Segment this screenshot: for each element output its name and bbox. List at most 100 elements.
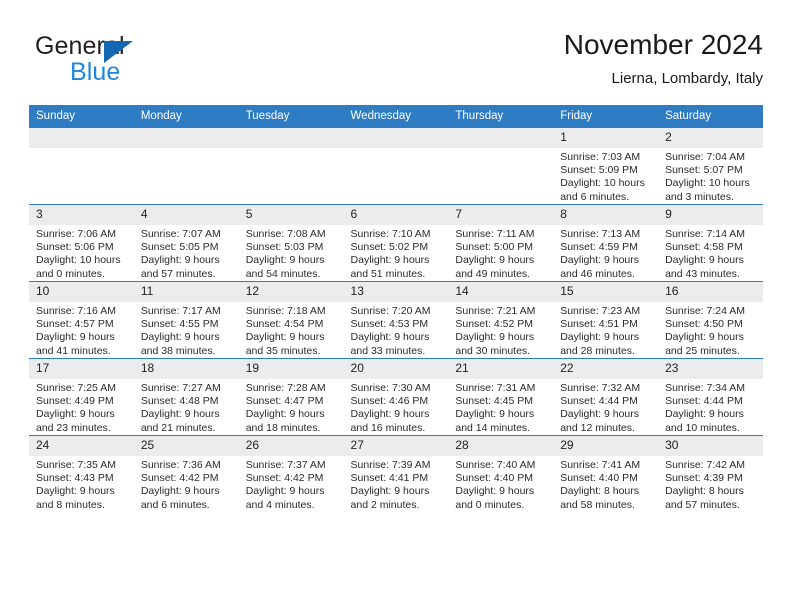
day-sun-info: Sunrise: 7:21 AM Sunset: 4:52 PM Daylight:… [448, 302, 553, 358]
calendar-day-cell[interactable]: 4 Sunrise: 7:07 AM Sunset: 5:05 PM Daylight… [133, 204, 239, 282]
sunrise-time: Sunrise: 7:32 AM [560, 382, 641, 394]
calendar-day-cell[interactable]: 27 Sunrise: 7:39 AM Sunset: 4:41 PM Dayligh… [343, 435, 449, 512]
sunrise-time: Sunrise: 7:24 AM [665, 305, 746, 317]
sunset-time: Sunset: 4:44 PM [665, 395, 743, 408]
day-number: 15 [553, 282, 659, 302]
sunrise-time: Sunrise: 7:25 AM [36, 382, 116, 394]
calendar-day-cell[interactable]: 7 Sunrise: 7:11 AM Sunset: 5:00 PM Daylight… [448, 204, 554, 282]
daylight-duration: Daylight: 9 hours and 51 minutes. [350, 254, 430, 280]
calendar-day-cell[interactable]: 13 Sunrise: 7:20 AM Sunset: 4:53 PM Dayligh… [343, 281, 449, 359]
calendar-day-cell[interactable]: 10 Sunrise: 7:16 AM Sunset: 4:57 PM Dayligh… [29, 281, 134, 359]
calendar-day-cell[interactable]: 9 Sunrise: 7:14 AM Sunset: 4:58 PM Daylight… [658, 204, 763, 282]
day-number [238, 128, 344, 148]
sunrise-time: Sunrise: 7:27 AM [140, 382, 221, 394]
calendar-day-cell[interactable]: 22 Sunrise: 7:32 AM Sunset: 4:44 PM Dayligh… [553, 358, 659, 436]
sunset-time: Sunset: 4:55 PM [140, 318, 219, 331]
calendar-day-cell[interactable]: 8 Sunrise: 7:13 AM Sunset: 4:59 PM Daylight… [553, 204, 659, 282]
day-number: 4 [133, 205, 239, 225]
sunset-time: Sunset: 5:09 PM [560, 164, 638, 177]
calendar-day-cell[interactable]: 15 Sunrise: 7:23 AM Sunset: 4:51 PM Dayligh… [553, 281, 659, 359]
day-sun-info: Sunrise: 7:31 AM Sunset: 4:45 PM Daylight:… [448, 379, 553, 435]
sunrise-time: Sunrise: 7:42 AM [665, 459, 746, 471]
sunset-time: Sunset: 4:58 PM [665, 241, 743, 254]
calendar-day-cell[interactable]: 12 Sunrise: 7:18 AM Sunset: 4:54 PM Dayligh… [238, 281, 344, 359]
daylight-duration: Daylight: 9 hours and 0 minutes. [455, 485, 535, 511]
sunset-time: Sunset: 4:39 PM [665, 472, 743, 485]
day-number: 12 [238, 282, 344, 302]
daylight-duration: Daylight: 9 hours and 18 minutes. [245, 408, 325, 434]
day-number: 2 [658, 128, 763, 148]
day-number: 19 [238, 359, 344, 379]
day-number [448, 128, 554, 148]
daylight-duration: Daylight: 9 hours and 10 minutes. [665, 408, 744, 434]
daylight-duration: Daylight: 10 hours and 3 minutes. [665, 177, 750, 203]
calendar-day-cell[interactable]: 18 Sunrise: 7:27 AM Sunset: 4:48 PM Dayligh… [133, 358, 239, 436]
day-number: 16 [658, 282, 763, 302]
calendar-day-cell[interactable]: 21 Sunrise: 7:31 AM Sunset: 4:45 PM Dayligh… [448, 358, 554, 436]
brand-logo[interactable]: General Blue [35, 32, 275, 92]
daylight-duration: Daylight: 9 hours and 28 minutes. [560, 331, 640, 357]
calendar-day-cell[interactable]: 5 Sunrise: 7:08 AM Sunset: 5:03 PM Daylight… [238, 204, 344, 282]
daylight-duration: Daylight: 9 hours and 16 minutes. [350, 408, 430, 434]
day-sun-info: Sunrise: 7:25 AM Sunset: 4:49 PM Daylight:… [29, 379, 134, 435]
sunset-time: Sunset: 5:00 PM [455, 241, 534, 254]
calendar-day-cell[interactable]: 29 Sunrise: 7:41 AM Sunset: 4:40 PM Dayligh… [553, 435, 659, 512]
day-sun-info: Sunrise: 7:10 AM Sunset: 5:02 PM Daylight:… [344, 225, 449, 281]
calendar-day-cell[interactable]: 14 Sunrise: 7:21 AM Sunset: 4:52 PM Dayligh… [448, 281, 554, 359]
sunset-time: Sunset: 4:48 PM [140, 395, 219, 408]
sunrise-time: Sunrise: 7:28 AM [245, 382, 326, 394]
calendar-day-cell[interactable]: 26 Sunrise: 7:37 AM Sunset: 4:42 PM Dayligh… [238, 435, 344, 512]
sunrise-time: Sunrise: 7:11 AM [455, 228, 535, 240]
calendar-day-cell[interactable]: 24 Sunrise: 7:35 AM Sunset: 4:43 PM Dayligh… [29, 435, 134, 512]
sunset-time: Sunset: 4:44 PM [560, 395, 638, 408]
day-number: 25 [133, 436, 239, 456]
sunrise-time: Sunrise: 7:31 AM [455, 382, 536, 394]
sunrise-time: Sunrise: 7:08 AM [245, 228, 326, 240]
calendar-day-cell[interactable]: 1 Sunrise: 7:03 AM Sunset: 5:09 PM Daylight… [553, 127, 659, 205]
page-subtitle: Lierna, Lombardy, Italy [611, 70, 763, 87]
sunset-time: Sunset: 4:45 PM [455, 395, 534, 408]
sunset-time: Sunset: 4:53 PM [350, 318, 429, 331]
day-number: 5 [238, 205, 344, 225]
weekday-header-tuesday: Tuesday [238, 105, 344, 128]
day-sun-info: Sunrise: 7:07 AM Sunset: 5:05 PM Daylight:… [134, 225, 239, 281]
sunset-time: Sunset: 5:06 PM [36, 241, 114, 254]
day-number [29, 128, 134, 148]
sunset-time: Sunset: 4:41 PM [350, 472, 429, 485]
sunrise-time: Sunrise: 7:34 AM [665, 382, 746, 394]
calendar-day-cell[interactable]: 11 Sunrise: 7:17 AM Sunset: 4:55 PM Dayligh… [133, 281, 239, 359]
calendar-day-cell[interactable]: 30 Sunrise: 7:42 AM Sunset: 4:39 PM Dayligh… [658, 435, 763, 512]
sunset-time: Sunset: 4:42 PM [245, 472, 324, 485]
calendar-day-cell[interactable]: 2 Sunrise: 7:04 AM Sunset: 5:07 PM Daylight… [658, 127, 763, 205]
calendar-empty-cell [448, 127, 554, 205]
calendar-day-cell[interactable]: 6 Sunrise: 7:10 AM Sunset: 5:02 PM Daylight… [343, 204, 449, 282]
calendar-day-cell[interactable]: 25 Sunrise: 7:36 AM Sunset: 4:42 PM Dayligh… [133, 435, 239, 512]
daylight-duration: Daylight: 9 hours and 49 minutes. [455, 254, 535, 280]
day-sun-info: Sunrise: 7:40 AM Sunset: 4:40 PM Daylight:… [448, 456, 553, 512]
calendar-day-cell[interactable]: 17 Sunrise: 7:25 AM Sunset: 4:49 PM Dayligh… [29, 358, 134, 436]
sunrise-time: Sunrise: 7:06 AM [36, 228, 116, 240]
sunrise-time: Sunrise: 7:03 AM [560, 151, 641, 163]
calendar-day-cell[interactable]: 16 Sunrise: 7:24 AM Sunset: 4:50 PM Dayligh… [658, 281, 763, 359]
sunset-time: Sunset: 4:50 PM [665, 318, 743, 331]
day-number: 28 [448, 436, 554, 456]
calendar-day-cell[interactable]: 28 Sunrise: 7:40 AM Sunset: 4:40 PM Dayligh… [448, 435, 554, 512]
calendar-day-cell[interactable]: 20 Sunrise: 7:30 AM Sunset: 4:46 PM Dayligh… [343, 358, 449, 436]
calendar-day-cell[interactable]: 3 Sunrise: 7:06 AM Sunset: 5:06 PM Daylight… [29, 204, 134, 282]
sunset-time: Sunset: 4:40 PM [560, 472, 638, 485]
sunset-time: Sunset: 4:57 PM [36, 318, 114, 331]
weekday-header-sunday: Sunday [29, 105, 134, 128]
day-sun-info: Sunrise: 7:42 AM Sunset: 4:39 PM Daylight:… [658, 456, 763, 512]
calendar-page: General Blue November 2024 Lierna, Lomba… [0, 0, 792, 612]
calendar-day-cell[interactable]: 19 Sunrise: 7:28 AM Sunset: 4:47 PM Dayligh… [238, 358, 344, 436]
day-sun-info: Sunrise: 7:14 AM Sunset: 4:58 PM Daylight:… [658, 225, 763, 281]
day-sun-info: Sunrise: 7:17 AM Sunset: 4:55 PM Daylight:… [134, 302, 239, 358]
page-header: General Blue November 2024 Lierna, Lomba… [29, 28, 763, 96]
sunset-time: Sunset: 4:59 PM [560, 241, 638, 254]
daylight-duration: Daylight: 9 hours and 30 minutes. [455, 331, 535, 357]
sunrise-time: Sunrise: 7:13 AM [560, 228, 641, 240]
calendar-day-cell[interactable]: 23 Sunrise: 7:34 AM Sunset: 4:44 PM Dayligh… [658, 358, 763, 436]
weekday-header-row: Sunday Monday Tuesday Wednesday Thursday… [29, 105, 763, 128]
day-sun-info: Sunrise: 7:11 AM Sunset: 5:00 PM Daylight:… [448, 225, 553, 281]
sunset-time: Sunset: 4:49 PM [36, 395, 114, 408]
